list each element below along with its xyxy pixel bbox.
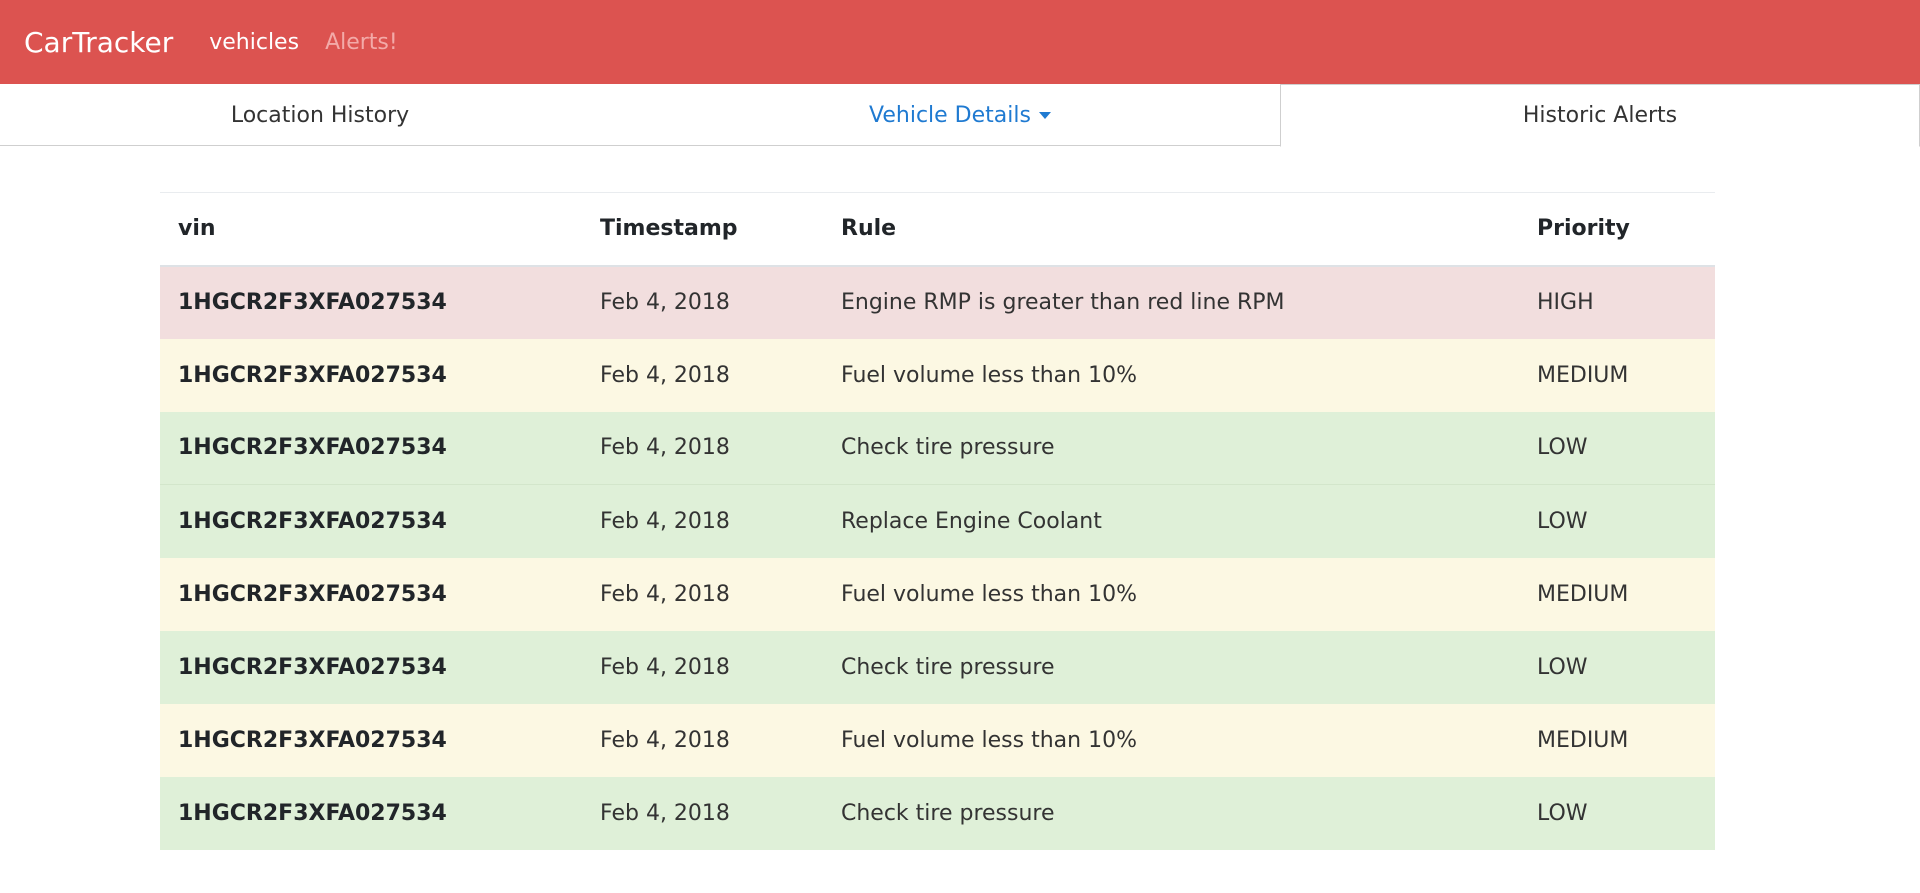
cell-vin: 1HGCR2F3XFA027534 [178,362,447,388]
header-rule: Rule [841,216,897,242]
table-row: 1HGCR2F3XFA027534 Feb 4, 2018 Fuel volum… [160,338,1715,412]
cell-timestamp: Feb 4, 2018 [600,581,730,607]
table-row: 1HGCR2F3XFA027534 Feb 4, 2018 Check tire… [160,411,1715,485]
cell-timestamp: Feb 4, 2018 [600,800,730,826]
brand-logo[interactable]: CarTracker [24,26,173,59]
table-row: 1HGCR2F3XFA027534 Feb 4, 2018 Replace En… [160,484,1715,558]
header-vin: vin [178,216,216,242]
tab-historic-alerts-label: Historic Alerts [1522,103,1678,128]
caret-down-icon [1038,111,1051,119]
cell-priority: LOW [1537,654,1588,680]
header-priority: Priority [1537,216,1630,242]
top-navbar: CarTracker vehicles Alerts! [0,0,1920,84]
cell-priority: LOW [1537,800,1588,826]
cell-vin: 1HGCR2F3XFA027534 [160,484,582,558]
cell-priority: HIGH [1537,290,1594,315]
tab-vehicle-details[interactable]: Vehicle Details [640,84,1280,146]
table-row: 1HGCR2F3XFA027534 Feb 4, 2018 Engine RMP… [160,265,1715,339]
tab-bar: Location History Vehicle Details Histori… [0,84,1920,147]
cell-vin: 1HGCR2F3XFA027534 [178,654,447,680]
tab-location-history-label: Location History [230,102,410,128]
cell-vin: 1HGCR2F3XFA027534 [178,581,447,607]
tab-vehicle-details-label: Vehicle Details [869,102,1031,128]
cell-priority: MEDIUM [1537,727,1629,753]
table-row: 1HGCR2F3XFA027534 Feb 4, 2018 Check tire… [160,776,1715,850]
cell-timestamp: Feb 4, 2018 [600,727,730,753]
nav-link-vehicles[interactable]: vehicles [209,30,299,55]
header-timestamp: Timestamp [600,216,738,242]
table-header-row: vin Timestamp Rule Priority [160,192,1715,266]
nav-link-alerts[interactable]: Alerts! [325,30,398,55]
tab-historic-alerts[interactable]: Historic Alerts [1280,84,1920,147]
cell-priority: LOW [1537,435,1588,461]
table-row: 1HGCR2F3XFA027534 Feb 4, 2018 Fuel volum… [160,703,1715,777]
table-row: 1HGCR2F3XFA027534 Feb 4, 2018 Fuel volum… [160,557,1715,631]
alerts-table: vin Timestamp Rule Priority 1HGCR2F3XFA0… [160,192,1715,850]
cell-timestamp: Feb 4, 2018 [600,290,730,315]
alerts-table-container: vin Timestamp Rule Priority 1HGCR2F3XFA0… [160,192,1715,850]
cell-rule: Check tire pressure [841,800,1055,826]
cell-timestamp: Feb 4, 2018 [600,654,730,680]
cell-timestamp: Feb 4, 2018 [600,362,730,388]
cell-vin: 1HGCR2F3XFA027534 [178,435,447,461]
cell-rule: Fuel volume less than 10% [841,581,1137,607]
cell-vin: 1HGCR2F3XFA027534 [178,290,447,315]
cell-rule: Replace Engine Coolant [823,484,1519,558]
cell-rule: Engine RMP is greater than red line RPM [841,290,1285,315]
cell-rule: Fuel volume less than 10% [841,727,1137,753]
cell-rule: Fuel volume less than 10% [841,362,1137,388]
cell-rule: Check tire pressure [841,435,1055,461]
tab-location-history[interactable]: Location History [0,84,640,146]
cell-timestamp: Feb 4, 2018 [582,484,823,558]
cell-timestamp: Feb 4, 2018 [600,435,730,461]
cell-priority: LOW [1519,484,1715,558]
cell-priority: MEDIUM [1537,362,1629,388]
cell-priority: MEDIUM [1537,581,1629,607]
cell-vin: 1HGCR2F3XFA027534 [178,727,447,753]
cell-rule: Check tire pressure [841,654,1055,680]
cell-vin: 1HGCR2F3XFA027534 [178,800,447,826]
table-row: 1HGCR2F3XFA027534 Feb 4, 2018 Check tire… [160,630,1715,704]
